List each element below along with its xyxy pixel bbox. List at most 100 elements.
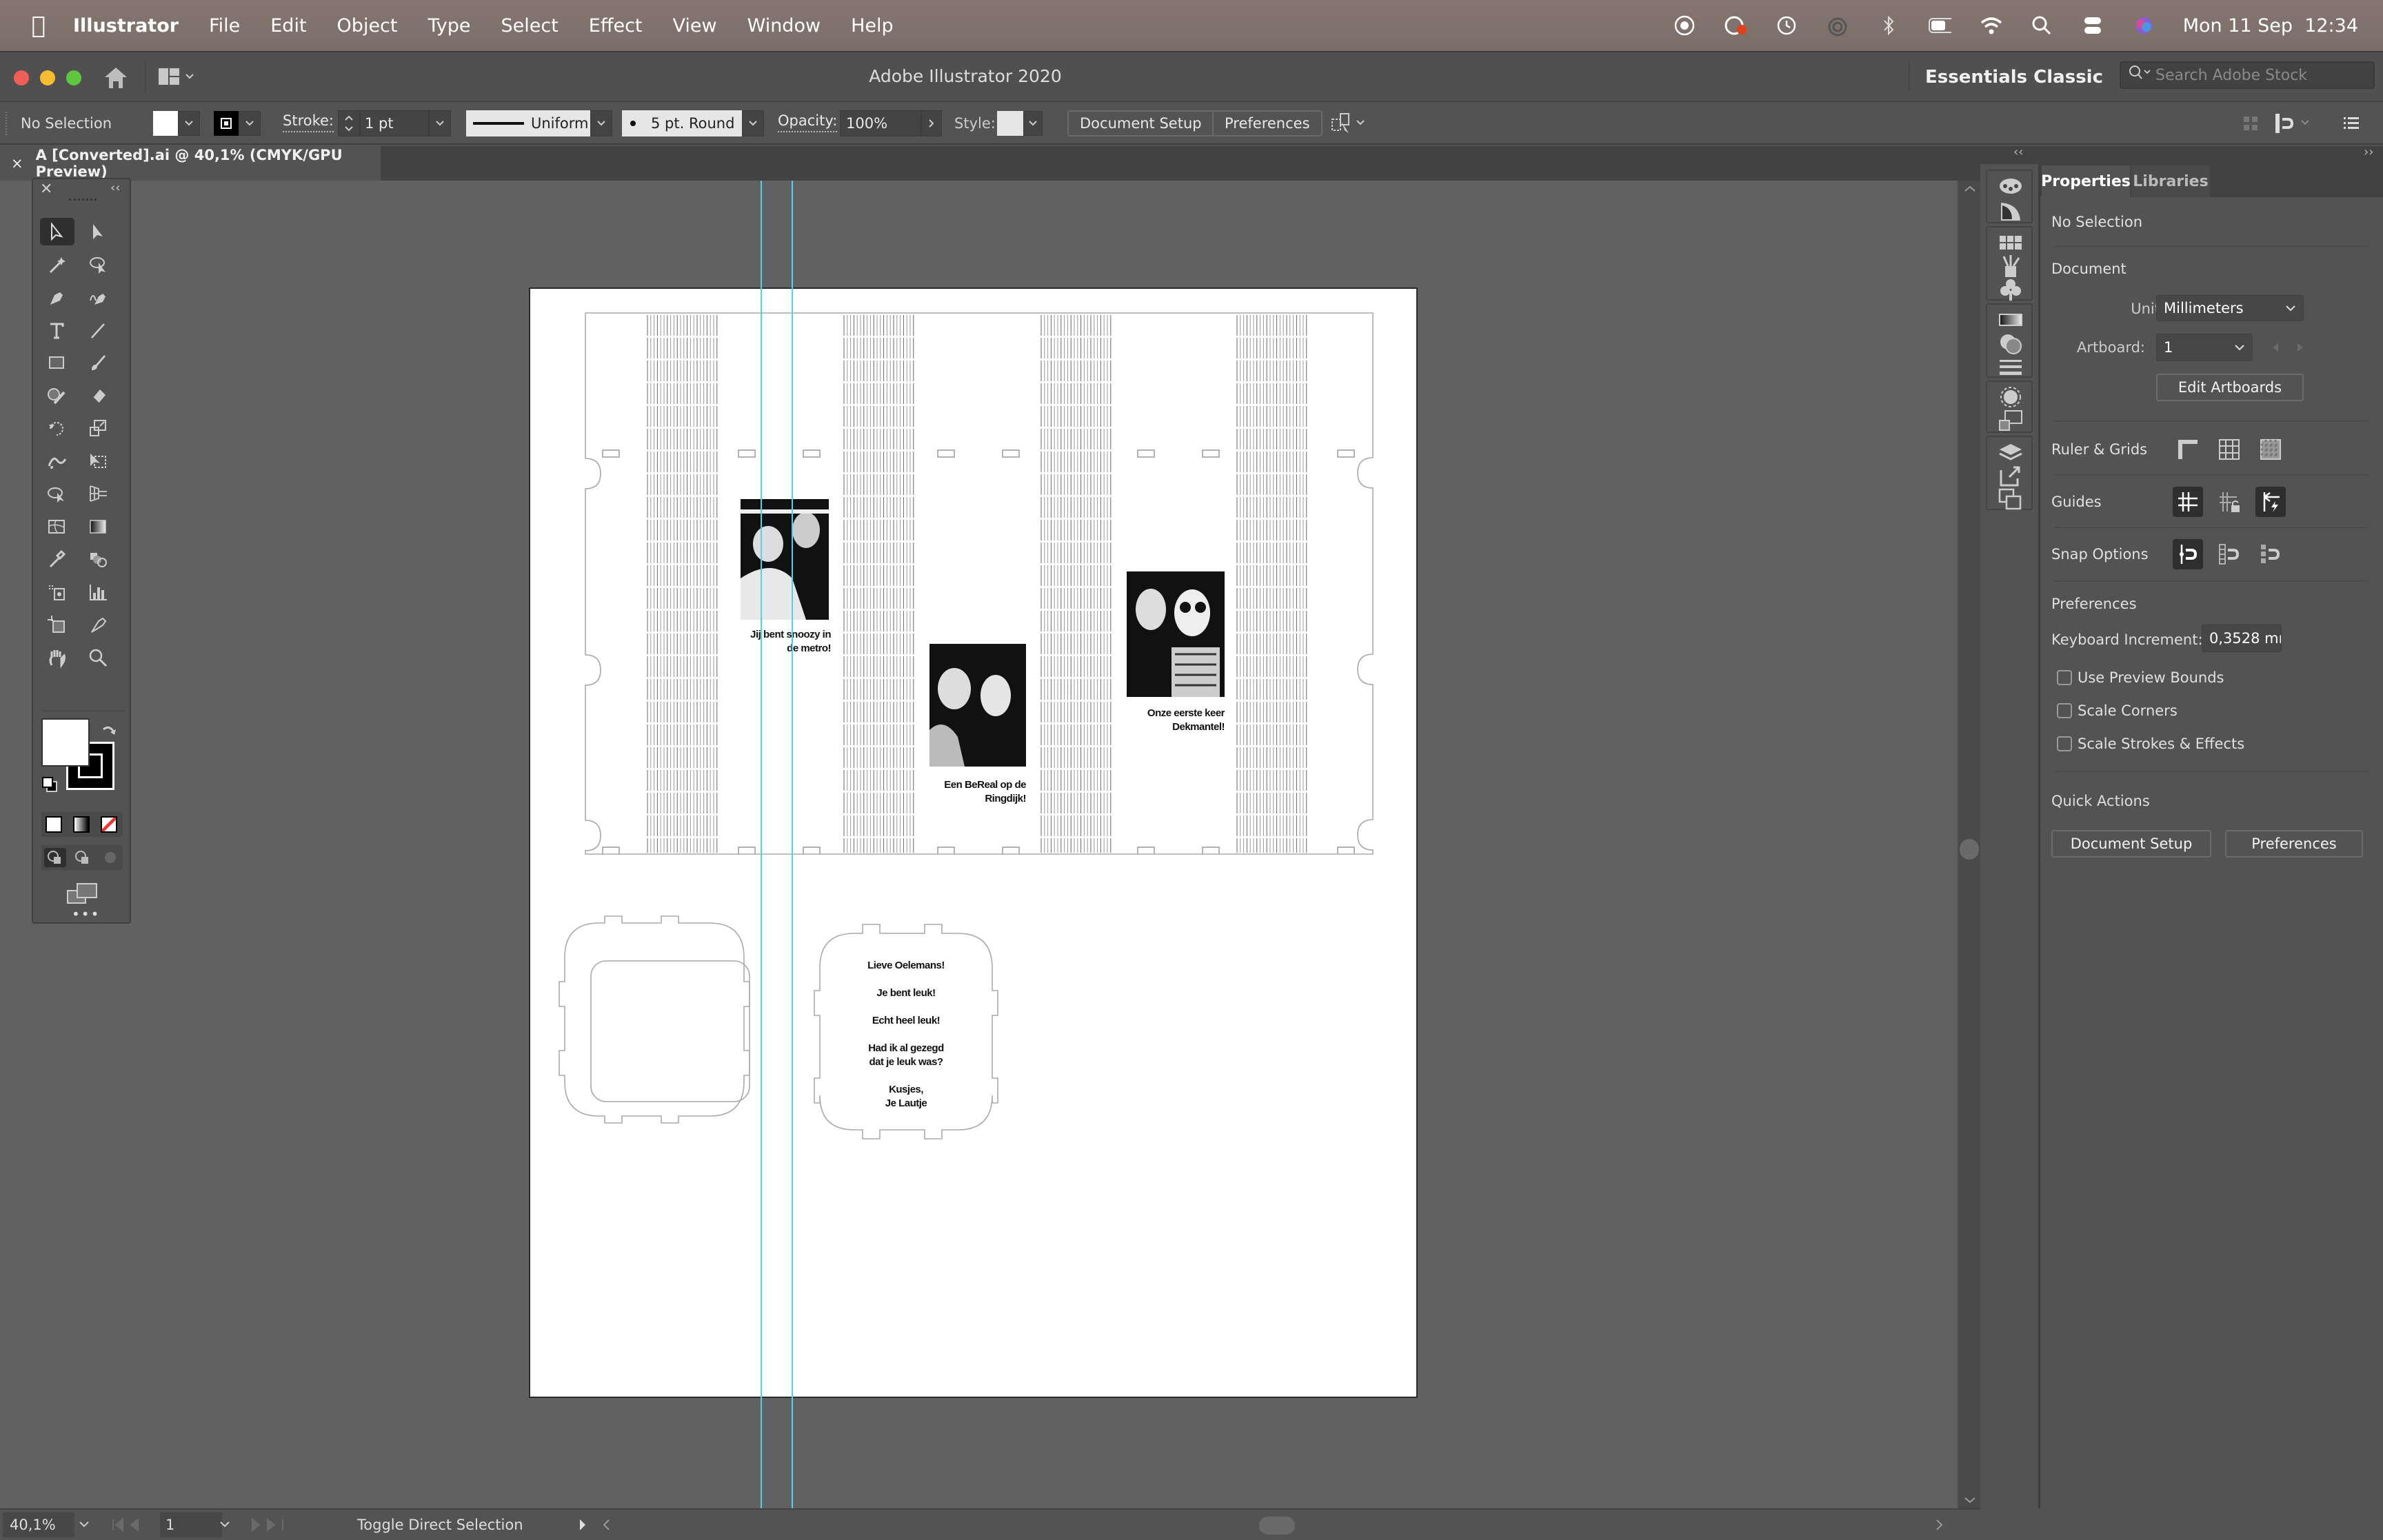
scroll-down-icon[interactable] xyxy=(1960,1495,1980,1506)
brush-definition-dropdown[interactable]: 5 pt. Round xyxy=(622,110,764,136)
tool-slice[interactable] xyxy=(81,611,116,638)
status-menu-icon[interactable] xyxy=(578,1518,587,1532)
tool-gradient[interactable] xyxy=(81,513,116,540)
panel-grip[interactable] xyxy=(69,199,97,204)
chevron-down-icon[interactable] xyxy=(239,111,261,136)
fill-color-swatch[interactable] xyxy=(41,718,90,767)
draw-behind-button[interactable] xyxy=(72,848,94,867)
first-previous-artboard-icon[interactable] xyxy=(110,1517,152,1533)
next-artboard-icon[interactable] xyxy=(2295,342,2305,353)
tool-eyedropper[interactable] xyxy=(40,545,74,573)
time-machine-icon[interactable] xyxy=(1775,14,1798,37)
horizontal-scroll-thumb[interactable] xyxy=(1259,1517,1295,1534)
fill-swatch-dropdown[interactable] xyxy=(153,110,200,136)
chevron-right-icon[interactable] xyxy=(921,110,942,136)
quick-preferences-button[interactable]: Preferences xyxy=(2225,830,2363,858)
lock-guides-icon[interactable] xyxy=(2214,487,2244,517)
transparency-icon[interactable] xyxy=(1998,331,2023,356)
keyboard-increment-input[interactable]: 0,3528 mr xyxy=(2202,625,2282,652)
chevron-down-icon[interactable] xyxy=(178,111,200,136)
spotlight-search-icon[interactable] xyxy=(2030,14,2053,37)
zoom-dropdown-icon[interactable] xyxy=(79,1521,90,1529)
bluetooth-off-icon[interactable] xyxy=(1877,14,1900,37)
tool-hand[interactable] xyxy=(40,644,74,671)
none-mode-button[interactable] xyxy=(101,816,117,833)
show-rulers-icon[interactable] xyxy=(2173,434,2203,465)
layers-icon[interactable] xyxy=(1998,440,2023,465)
zoom-level-input[interactable]: 40,1% xyxy=(3,1512,74,1537)
menu-object[interactable]: Object xyxy=(337,15,398,37)
scroll-right-icon[interactable] xyxy=(1935,1518,1944,1532)
previous-artboard-icon[interactable] xyxy=(2271,342,2280,353)
document-setup-button[interactable]: Document Setup xyxy=(1067,110,1214,136)
swap-fill-stroke-icon[interactable] xyxy=(99,724,117,743)
stroke-label[interactable]: Stroke: xyxy=(283,110,334,132)
tool-eraser[interactable] xyxy=(81,382,116,409)
artboard-number-field[interactable]: 1 xyxy=(2156,334,2253,361)
panel-menu-icon[interactable] xyxy=(2342,110,2361,136)
siri-icon[interactable] xyxy=(2132,14,2155,37)
graphic-styles-icon[interactable] xyxy=(1998,408,2023,433)
document-tab-title[interactable]: A [Converted].ai @ 40,1% (CMYK/GPU Previ… xyxy=(36,147,381,180)
draw-normal-button[interactable] xyxy=(44,848,66,867)
show-guides-icon[interactable] xyxy=(2173,487,2203,517)
tool-rotate[interactable] xyxy=(40,414,74,442)
graphic-style-dropdown[interactable] xyxy=(997,110,1043,136)
opacity-input[interactable]: 100% xyxy=(840,110,921,136)
chevron-down-icon[interactable] xyxy=(429,110,451,136)
apple-menu-icon[interactable]:  xyxy=(25,12,52,39)
profile-preview[interactable]: Uniform xyxy=(466,110,590,136)
snap-options-icon[interactable] xyxy=(2273,110,2314,136)
smart-guides-icon[interactable] xyxy=(2255,487,2286,517)
expand-dock-icon[interactable]: ›› xyxy=(2364,145,2373,159)
adobe-stock-search-input[interactable]: Search Adobe Stock xyxy=(2120,61,2375,89)
chevron-down-icon[interactable] xyxy=(1023,111,1043,136)
brushes-icon[interactable] xyxy=(1998,254,2023,278)
tool-paintbrush[interactable] xyxy=(81,349,116,376)
draw-inside-button[interactable] xyxy=(99,848,121,867)
gradient-panel-icon[interactable] xyxy=(1998,307,2023,332)
scale-strokes-effects-checkbox[interactable] xyxy=(2057,736,2072,751)
asset-export-icon[interactable] xyxy=(1998,463,2023,488)
tool-mesh[interactable] xyxy=(40,513,74,540)
artboard-navigator-input[interactable]: 1 xyxy=(160,1512,222,1537)
tool-perspective-grid[interactable] xyxy=(81,480,116,507)
tool-artboard[interactable] xyxy=(40,611,74,638)
control-bar-grip[interactable] xyxy=(6,112,8,135)
chevron-down-icon[interactable] xyxy=(742,110,764,136)
color-mode-button[interactable] xyxy=(46,816,62,833)
stroke-weight-input[interactable]: 1 pt xyxy=(360,110,429,136)
graphic-style-swatch[interactable] xyxy=(997,111,1023,136)
tool-status-text[interactable]: Toggle Direct Selection xyxy=(357,1517,523,1533)
menu-effect[interactable]: Effect xyxy=(589,15,643,37)
menu-edit[interactable]: Edit xyxy=(270,15,306,37)
swatches-icon[interactable] xyxy=(1998,230,2023,255)
transform-selection-icon[interactable] xyxy=(1329,110,1368,136)
scroll-up-icon[interactable] xyxy=(1960,183,1980,194)
tool-free-transform[interactable] xyxy=(81,447,116,475)
vertical-scrollbar[interactable] xyxy=(1957,181,1980,1508)
use-preview-bounds-label[interactable]: Use Preview Bounds xyxy=(2078,669,2224,686)
snap-to-grid-icon[interactable] xyxy=(2214,539,2244,569)
tool-symbol-sprayer[interactable] xyxy=(40,578,74,606)
menu-help[interactable]: Help xyxy=(851,15,894,37)
color-palette-icon[interactable] xyxy=(1998,174,2023,199)
preferences-button[interactable]: Preferences xyxy=(1212,110,1323,136)
tool-scale[interactable] xyxy=(81,414,116,442)
scroll-left-icon[interactable] xyxy=(601,1518,611,1532)
variable-width-profile-dropdown[interactable]: Uniform xyxy=(466,110,612,136)
menu-file[interactable]: File xyxy=(209,15,240,37)
vertical-guide[interactable] xyxy=(792,181,793,1508)
next-last-artboard-icon[interactable] xyxy=(247,1517,288,1533)
stroke-weight-field[interactable]: 1 pt xyxy=(338,110,451,136)
tool-puppet-warp[interactable] xyxy=(40,447,74,475)
fill-swatch[interactable] xyxy=(153,111,178,136)
tool-direct-selection[interactable] xyxy=(81,218,116,245)
document-tab[interactable]: × A [Converted].ai @ 40,1% (CMYK/GPU Pre… xyxy=(0,146,381,181)
edit-artboards-button[interactable]: Edit Artboards xyxy=(2156,374,2304,401)
wifi-icon[interactable] xyxy=(1979,14,2002,37)
tab-properties[interactable]: Properties xyxy=(2041,165,2131,197)
close-tab-icon[interactable]: × xyxy=(11,155,23,172)
artboards-panel-icon[interactable] xyxy=(1998,487,2023,511)
menubar-clock[interactable]: Mon 11 Sep 12:34 xyxy=(2183,15,2358,37)
